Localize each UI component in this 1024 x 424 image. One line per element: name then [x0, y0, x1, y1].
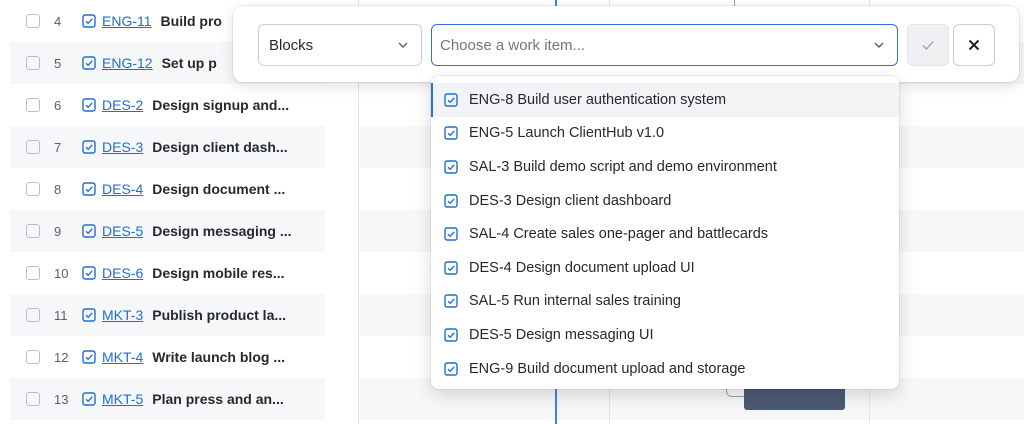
roadmap-view: 4 ENG-11 Build pro 5 ENG-12 Set up p 6 D…	[0, 0, 1024, 424]
work-item-title: Design mobile res...	[152, 265, 285, 281]
table-row[interactable]: 13 MKT-5 Plan press and an...	[10, 378, 325, 420]
row-checkbox[interactable]	[26, 182, 40, 196]
work-item-title: Design signup and...	[152, 97, 290, 113]
row-number: 8	[54, 181, 62, 197]
task-icon	[444, 261, 458, 275]
dropdown-option-label: DES-3 Design client dashboard	[469, 192, 672, 209]
table-row[interactable]: 7 DES-3 Design client dash...	[10, 126, 325, 168]
row-checkbox[interactable]	[26, 350, 40, 364]
dropdown-option[interactable]: SAL-5 Run internal sales training	[431, 285, 899, 319]
dropdown-option-label: DES-5 Design messaging UI	[469, 326, 654, 343]
dropdown-option[interactable]: ENG-9 Build document upload and storage	[431, 352, 899, 386]
work-item-title: Plan press and an...	[152, 391, 284, 407]
task-icon	[444, 328, 458, 342]
task-icon	[82, 140, 96, 154]
dropdown-option-label: ENG-9 Build document upload and storage	[469, 360, 746, 377]
row-number: 7	[54, 139, 62, 155]
dependency-type-value: Blocks	[269, 36, 314, 54]
task-icon	[444, 93, 458, 107]
row-number: 13	[54, 391, 69, 407]
dropdown-option[interactable]: DES-5 Design messaging UI	[431, 318, 899, 352]
work-item-title: Design messaging ...	[152, 223, 292, 239]
dropdown-option[interactable]: SAL-4 Create sales one-pager and battlec…	[431, 217, 899, 251]
row-number: 6	[54, 97, 62, 113]
task-icon	[444, 160, 458, 174]
add-dependency-panel: Blocks Choose a work item...	[233, 6, 1019, 82]
chevron-down-icon	[398, 42, 408, 48]
work-item-select[interactable]: Choose a work item...	[431, 24, 898, 66]
close-icon	[968, 39, 980, 51]
task-icon	[444, 193, 458, 208]
work-item-title: Set up p	[161, 55, 217, 71]
work-item-title: Publish product la...	[152, 307, 287, 323]
work-item-key-link[interactable]: MKT-4	[102, 349, 143, 365]
task-icon	[82, 98, 96, 112]
dropdown-option[interactable]: DES-4 Design document upload UI	[431, 251, 899, 285]
dropdown-option[interactable]: ENG-5 Launch ClientHub v1.0	[431, 117, 899, 151]
row-number: 5	[54, 55, 62, 71]
work-item-key-link[interactable]: ENG-11	[102, 13, 152, 29]
task-icon	[82, 14, 96, 28]
row-checkbox[interactable]	[26, 308, 40, 322]
table-row[interactable]: 9 DES-5 Design messaging ...	[10, 210, 325, 252]
dropdown-option-label: ENG-8 Build user authentication system	[469, 91, 727, 108]
task-icon	[82, 392, 96, 406]
work-item-key-link[interactable]: ENG-12	[102, 55, 153, 71]
work-item-key-link[interactable]: MKT-5	[102, 391, 143, 407]
row-checkbox[interactable]	[26, 14, 40, 28]
work-item-key-link[interactable]: DES-2	[102, 97, 143, 113]
chevron-down-icon	[874, 42, 884, 48]
row-checkbox[interactable]	[26, 392, 40, 406]
table-row[interactable]: 12 MKT-4 Write launch blog ...	[10, 336, 325, 378]
row-number: 4	[54, 13, 62, 29]
work-item-placeholder: Choose a work item...	[440, 36, 586, 54]
task-icon	[82, 182, 96, 196]
work-item-key-link[interactable]: DES-3	[102, 139, 143, 155]
row-checkbox[interactable]	[26, 224, 40, 238]
work-item-key-link[interactable]: DES-6	[102, 265, 143, 281]
task-icon	[444, 126, 458, 141]
task-icon	[82, 308, 96, 322]
row-checkbox[interactable]	[26, 98, 40, 112]
dropdown-option-label: DES-4 Design document upload UI	[469, 259, 695, 276]
work-item-dropdown: ENG-8 Build user authentication system E…	[431, 76, 899, 389]
confirm-button[interactable]	[907, 24, 949, 66]
dependency-type-select[interactable]: Blocks	[258, 24, 422, 66]
table-row[interactable]: 10 DES-6 Design mobile res...	[10, 252, 325, 294]
dropdown-option-label: ENG-5 Launch ClientHub v1.0	[469, 125, 665, 142]
row-checkbox[interactable]	[26, 266, 40, 280]
task-icon	[82, 56, 96, 70]
task-icon	[82, 266, 96, 280]
row-number: 12	[54, 349, 69, 365]
work-item-key-link[interactable]: DES-5	[102, 223, 143, 239]
task-icon	[82, 350, 96, 364]
table-row[interactable]: 11 MKT-3 Publish product la...	[10, 294, 325, 336]
row-checkbox[interactable]	[26, 140, 40, 154]
dropdown-option[interactable]: SAL-3 Build demo script and demo environ…	[431, 150, 899, 184]
table-row[interactable]: 8 DES-4 Design document ...	[10, 168, 325, 210]
task-icon	[444, 227, 458, 241]
work-item-key-link[interactable]: DES-4	[102, 181, 143, 197]
dropdown-option[interactable]: DES-3 Design client dashboard	[431, 184, 899, 218]
dropdown-option-label: SAL-3 Build demo script and demo environ…	[469, 158, 777, 175]
row-number: 11	[54, 307, 68, 323]
dropdown-option-label: SAL-4 Create sales one-pager and battlec…	[469, 226, 769, 243]
task-icon	[82, 224, 96, 238]
cancel-button[interactable]	[953, 24, 995, 66]
work-item-title: Design document ...	[152, 181, 286, 197]
row-number: 9	[54, 223, 62, 239]
check-icon	[922, 40, 934, 51]
dropdown-option[interactable]: ENG-8 Build user authentication system	[431, 83, 899, 117]
dropdown-option-label: SAL-5 Run internal sales training	[469, 293, 681, 310]
task-icon	[444, 294, 458, 309]
table-row[interactable]: 6 DES-2 Design signup and...	[10, 84, 325, 126]
task-icon	[444, 361, 458, 376]
work-item-title: Write launch blog ...	[152, 349, 285, 365]
row-checkbox[interactable]	[26, 56, 40, 70]
work-item-title: Build pro	[160, 13, 222, 29]
row-number: 10	[54, 265, 69, 281]
work-item-title: Design client dash...	[152, 139, 288, 155]
work-item-key-link[interactable]: MKT-3	[102, 307, 143, 323]
